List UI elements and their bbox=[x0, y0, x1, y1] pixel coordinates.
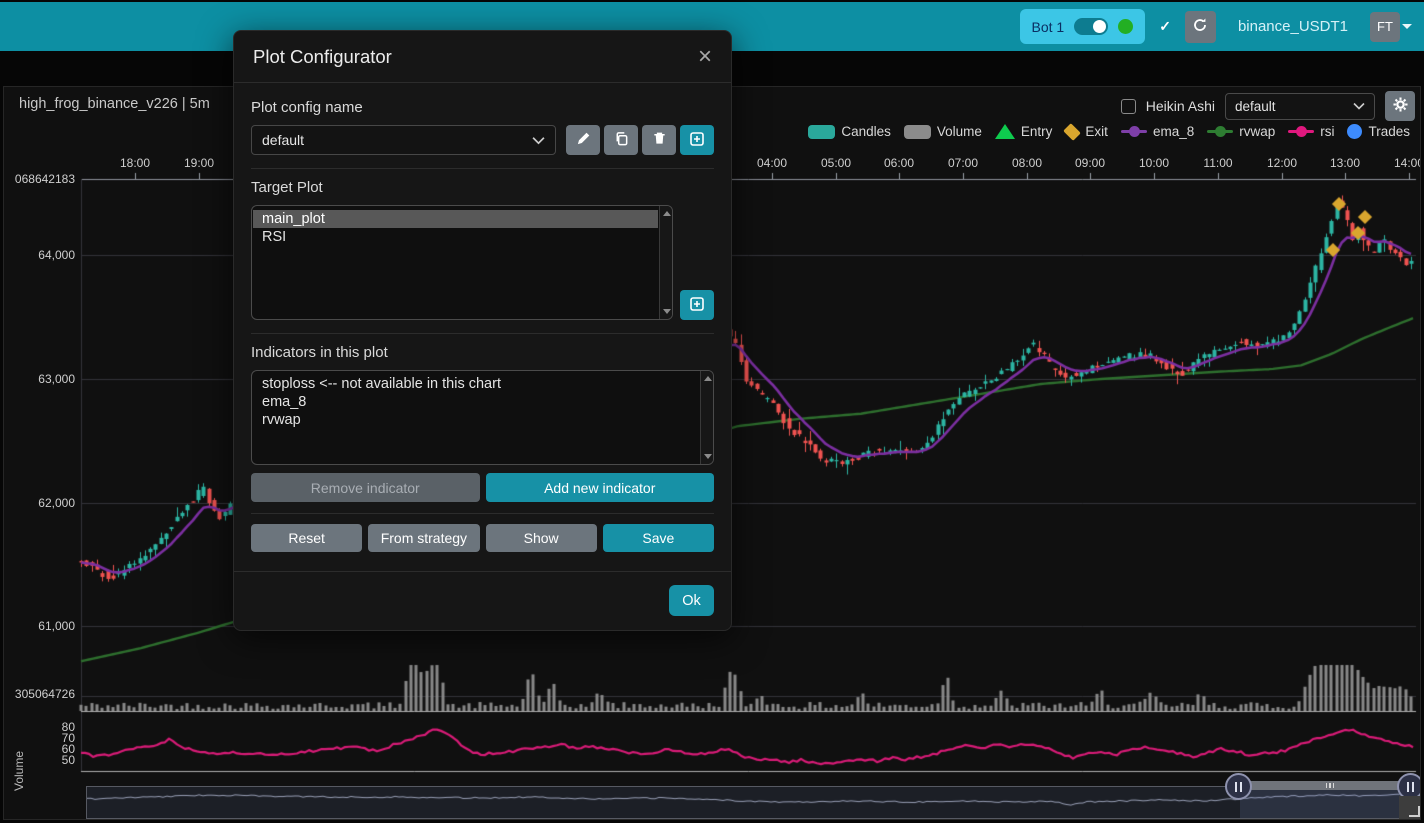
datazoom-drag-bar[interactable] bbox=[1238, 781, 1421, 790]
copy-icon bbox=[614, 131, 629, 149]
legend-label: Volume bbox=[937, 124, 982, 139]
legend-marker-rvwap bbox=[1207, 130, 1233, 133]
scroll-up-icon[interactable] bbox=[704, 376, 712, 381]
add-config-button[interactable] bbox=[680, 125, 714, 155]
plot-config-selected-value: default bbox=[1235, 99, 1276, 114]
legend-item-rsi[interactable]: rsi bbox=[1288, 124, 1334, 139]
legend-marker-Entry bbox=[995, 124, 1015, 139]
legend-label: ema_8 bbox=[1153, 124, 1194, 139]
chevron-down-icon bbox=[1402, 24, 1412, 29]
remove-indicator-button[interactable]: Remove indicator bbox=[251, 473, 480, 502]
plot-configurator-button[interactable] bbox=[1385, 91, 1415, 121]
chevron-down-icon bbox=[1353, 102, 1365, 110]
indicator-list[interactable]: stoploss <-- not available in this chart… bbox=[251, 370, 714, 465]
legend-label: rvwap bbox=[1239, 124, 1275, 139]
indicator-item[interactable]: rvwap bbox=[253, 411, 699, 429]
legend-item-Trades[interactable]: Trades bbox=[1347, 124, 1410, 139]
close-icon[interactable]: × bbox=[698, 47, 712, 67]
legend-marker-dot bbox=[1296, 126, 1307, 137]
indicator-item[interactable]: stoploss <-- not available in this chart bbox=[253, 375, 699, 393]
datazoom-navigator[interactable] bbox=[86, 786, 1416, 819]
scroll-down-icon[interactable] bbox=[704, 454, 712, 459]
config-name-value: default bbox=[262, 132, 304, 148]
user-menu[interactable]: FT bbox=[1370, 12, 1412, 42]
legend-item-Entry[interactable]: Entry bbox=[995, 124, 1053, 139]
legend-marker-Candles bbox=[808, 125, 835, 139]
bot-toggle[interactable] bbox=[1074, 18, 1108, 35]
config-name-select[interactable]: default bbox=[251, 125, 556, 155]
legend-label: Exit bbox=[1085, 124, 1108, 139]
legend-marker-dot bbox=[1215, 126, 1226, 137]
legend-item-Exit[interactable]: Exit bbox=[1065, 124, 1108, 139]
scrollbar[interactable] bbox=[700, 371, 713, 464]
reset-button[interactable]: Reset bbox=[251, 524, 362, 552]
legend-item-Volume[interactable]: Volume bbox=[904, 124, 982, 139]
ok-button[interactable]: Ok bbox=[669, 585, 714, 616]
delete-config-button[interactable] bbox=[642, 125, 676, 155]
legend-label: Trades bbox=[1368, 124, 1410, 139]
add-new-indicator-button[interactable]: Add new indicator bbox=[486, 473, 715, 502]
legend-item-ema_8[interactable]: ema_8 bbox=[1121, 124, 1194, 139]
chart-legend: Candles Volume Entry Exit ema_8 rvwap rsi Trade… bbox=[808, 124, 1410, 139]
legend-marker-ema_8 bbox=[1121, 130, 1147, 133]
resize-handle[interactable] bbox=[1399, 796, 1421, 820]
from-strategy-button[interactable]: From strategy bbox=[368, 524, 479, 552]
refresh-button[interactable] bbox=[1185, 11, 1216, 43]
trash-icon bbox=[652, 131, 667, 149]
plot-config-select[interactable]: default bbox=[1225, 93, 1375, 120]
legend-label: Entry bbox=[1021, 124, 1053, 139]
legend-label: Candles bbox=[841, 124, 891, 139]
plus-square-icon bbox=[689, 296, 705, 315]
navigator-preview bbox=[87, 787, 1415, 818]
duplicate-config-button[interactable] bbox=[604, 125, 638, 155]
refresh-icon bbox=[1192, 17, 1208, 36]
indicator-item[interactable]: ema_8 bbox=[253, 393, 699, 411]
legend-item-Candles[interactable]: Candles bbox=[808, 124, 891, 139]
bot-selector[interactable]: Bot 1 bbox=[1020, 9, 1146, 44]
chart-title: high_frog_binance_v226 | 5m bbox=[19, 96, 210, 112]
legend-marker-dot bbox=[1129, 126, 1140, 137]
bot-online-indicator bbox=[1118, 19, 1133, 34]
legend-label: rsi bbox=[1320, 124, 1334, 139]
datazoom-left-handle[interactable] bbox=[1225, 773, 1252, 800]
pencil-icon bbox=[576, 131, 591, 149]
legend-marker-Volume bbox=[904, 125, 931, 139]
check-icon: ✓ bbox=[1159, 18, 1171, 35]
bot-name-label: Bot 1 bbox=[1032, 19, 1065, 35]
edit-config-button[interactable] bbox=[566, 125, 600, 155]
datazoom-window[interactable] bbox=[1240, 787, 1412, 818]
target-plot-item[interactable]: RSI bbox=[253, 228, 658, 246]
indicators-label: Indicators in this plot bbox=[251, 344, 714, 361]
target-plot-item[interactable]: main_plot bbox=[253, 210, 658, 228]
legend-marker-Trades bbox=[1347, 124, 1362, 139]
legend-marker-Exit bbox=[1064, 123, 1082, 141]
add-subplot-button[interactable] bbox=[680, 290, 714, 320]
target-plot-list[interactable]: main_plotRSI bbox=[251, 205, 673, 320]
save-button[interactable]: Save bbox=[603, 524, 714, 552]
plot-config-name-label: Plot config name bbox=[251, 99, 714, 116]
scrollbar[interactable] bbox=[659, 206, 672, 319]
heikin-ashi-checkbox[interactable] bbox=[1121, 99, 1136, 114]
legend-item-rvwap[interactable]: rvwap bbox=[1207, 124, 1275, 139]
bot-toggle-knob bbox=[1093, 20, 1106, 33]
chevron-down-icon bbox=[532, 136, 545, 145]
target-plot-label: Target Plot bbox=[251, 179, 714, 196]
show-button[interactable]: Show bbox=[486, 524, 597, 552]
scroll-down-icon[interactable] bbox=[663, 309, 671, 314]
avatar[interactable]: FT bbox=[1370, 12, 1400, 42]
modal-title: Plot Configurator bbox=[253, 46, 392, 68]
heikin-ashi-label: Heikin Ashi bbox=[1146, 98, 1215, 114]
gear-icon bbox=[1393, 97, 1408, 115]
legend-marker-rsi bbox=[1288, 130, 1314, 133]
bot-exchange-label: binance_USDT1 bbox=[1238, 18, 1348, 35]
plus-square-icon bbox=[689, 131, 705, 150]
scroll-up-icon[interactable] bbox=[663, 211, 671, 216]
plot-configurator-modal: Plot Configurator × Plot config name def… bbox=[233, 30, 732, 631]
